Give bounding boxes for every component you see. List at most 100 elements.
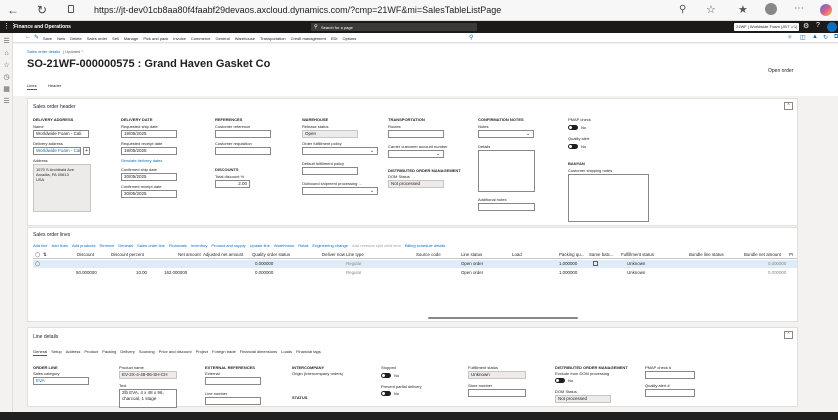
stopped-toggle[interactable] <box>381 373 391 378</box>
col-load[interactable]: Load <box>512 252 522 258</box>
search-action-icon[interactable]: ⚲ <box>469 34 473 41</box>
lines-toolbar-warehouse[interactable]: Warehouse <box>274 243 294 250</box>
col-source-code[interactable]: Source code <box>416 252 441 258</box>
row-select-icon[interactable]: ◯ <box>35 252 40 258</box>
col-bundle-net-amount[interactable]: Bundle net amount <box>744 252 781 258</box>
col-bundle-line-status[interactable]: Bundle line status <box>689 252 724 258</box>
col-net-amount[interactable]: Net amount <box>178 252 201 258</box>
lines-toolbar-add-lines[interactable]: Add lines <box>51 243 67 250</box>
lines-toolbar-add-line[interactable]: Add line <box>33 243 47 250</box>
action-edi[interactable]: EDI <box>331 36 338 41</box>
lines-toolbar-remove[interactable]: Remove <box>100 243 115 250</box>
action-credit-management[interactable]: Credit management <box>291 36 326 41</box>
collections-icon[interactable]: ★ <box>738 3 748 16</box>
action-pick-and-pack[interactable]: Pick and pack <box>143 36 168 41</box>
adjusted-net-amount-cell[interactable]: 0.000000 <box>255 270 273 276</box>
action-commerce[interactable]: Commerce <box>191 36 211 41</box>
tab-header[interactable]: Header <box>48 83 61 88</box>
lines-toolbar-deneals[interactable]: Deneals <box>118 243 133 250</box>
tab-project[interactable]: Project <box>196 349 208 356</box>
lines-toolbar-add-products[interactable]: Add products <box>72 243 96 250</box>
quality-toggle[interactable] <box>568 144 578 149</box>
line-status-cell[interactable]: Open order <box>461 261 483 267</box>
action-warehouse[interactable]: Warehouse <box>235 36 255 41</box>
action-general[interactable]: General <box>215 36 229 41</box>
conf-ship-date[interactable]: 30/05/2025 <box>121 173 177 181</box>
zoom-icon[interactable]: ⚲ <box>679 4 686 15</box>
simulate-delivery-link[interactable]: Simulate delivery dates <box>121 158 162 163</box>
tab-delivery[interactable]: Delivery <box>120 349 134 356</box>
delivery-address-select[interactable]: Worldwide Foam - Cali <box>33 147 81 155</box>
favorite-icon[interactable]: ☆ <box>706 3 716 16</box>
attach-icon[interactable]: ▲ <box>812 34 818 40</box>
notifications-icon[interactable]: ✉ <box>790 22 796 30</box>
tab-price-and-discount[interactable]: Price and discount <box>159 349 192 356</box>
bundle-net-amount-cell[interactable]: 0.000000 <box>768 270 786 276</box>
favorites-icon[interactable]: ☆ <box>2 61 11 70</box>
user-avatar[interactable] <box>827 22 837 32</box>
lines-toolbar-financials[interactable]: Financials <box>169 243 187 250</box>
action-invoice[interactable]: Invoice <box>173 36 186 41</box>
col-line-status[interactable]: Line status <box>461 252 482 258</box>
line-status-cell[interactable]: Open order <box>461 270 483 276</box>
refresh-icon[interactable]: ↻ <box>37 3 47 17</box>
name-field[interactable]: Worldwide Foam - Cali <box>33 130 89 138</box>
packing-qty-cell[interactable]: 1.000000 <box>559 270 577 276</box>
action-transportation[interactable]: Transportation <box>260 36 286 41</box>
line-type-cell[interactable]: Regular <box>346 270 361 276</box>
add-address-icon[interactable]: + <box>83 147 90 155</box>
tab-financial-tags[interactable]: Financial tags <box>296 349 321 356</box>
prevent-partial-toggle[interactable] <box>381 391 391 396</box>
action-new[interactable]: New <box>57 36 65 41</box>
collapse-icon[interactable]: ⌃ <box>784 331 793 339</box>
lines-toolbar-update-line[interactable]: Update line <box>250 243 270 250</box>
conf-receipt-date[interactable]: 30/05/2025 <box>121 190 177 198</box>
pmap-check-field[interactable] <box>645 371 695 379</box>
menu-icon[interactable]: ☰ <box>2 37 11 46</box>
col-fulfillment-status[interactable]: Fulfillment status <box>621 252 654 258</box>
action-delete[interactable]: Delete <box>70 36 82 41</box>
action-save[interactable]: Save <box>43 36 52 41</box>
exclude-dom-toggle[interactable] <box>555 378 565 383</box>
col-discount[interactable]: Discount <box>77 252 94 258</box>
row-select-icon[interactable]: ◯ <box>35 261 40 267</box>
pmap-toggle[interactable] <box>568 125 578 130</box>
table-row[interactable]: 50.000000 10.00 162.000000 0.000000 Regu… <box>33 269 797 277</box>
store-number-field[interactable] <box>468 389 526 397</box>
col-packing-qty[interactable]: Packing qu... <box>559 252 584 258</box>
req-receipt-date[interactable]: 19/05/2025 <box>121 147 177 155</box>
req-ship-date[interactable]: 19/05/2025 <box>121 130 177 138</box>
address-bar[interactable]: https://jt-dev01cb8aa80f4faabf29devaos.a… <box>94 5 501 16</box>
tab-foreign-trade[interactable]: Foreign trade <box>212 349 236 356</box>
action-sell[interactable]: Sell <box>112 36 119 41</box>
connections-icon[interactable]: ⚛ <box>787 34 792 41</box>
tab-address[interactable]: Address <box>66 349 81 356</box>
refresh-page-icon[interactable]: ↻ <box>823 34 828 41</box>
app-name[interactable]: Finance and Operations <box>14 24 71 30</box>
open-new-window-icon[interactable]: ⧉ <box>834 34 838 41</box>
quality-alert-field[interactable] <box>645 389 695 397</box>
tab-sourcing[interactable]: Sourcing <box>139 349 155 356</box>
back-arrow-icon[interactable]: ← <box>25 34 31 40</box>
modules-icon[interactable]: ☰ <box>2 97 11 106</box>
office-icon[interactable]: ◫ <box>800 34 806 41</box>
customer-reference-field[interactable] <box>215 130 271 138</box>
home-icon[interactable]: ⌂ <box>2 49 11 58</box>
tab-lines[interactable]: Lines <box>27 83 37 90</box>
tab-loads[interactable]: Loads <box>281 349 292 356</box>
more-icon[interactable]: ⋯ <box>794 3 804 14</box>
help-icon[interactable]: ? <box>816 22 820 29</box>
details-textarea[interactable] <box>478 150 535 192</box>
tab-setup[interactable]: Setup <box>51 349 61 356</box>
customer-shipping-notes-field[interactable] <box>568 174 649 222</box>
workspaces-icon[interactable]: ▦ <box>2 85 11 94</box>
lines-toolbar-sales-order-line[interactable]: Sales order line <box>137 243 165 250</box>
external-field[interactable] <box>205 377 261 385</box>
fulfillment-status-cell[interactable]: Unknown <box>627 261 645 267</box>
profile-avatar[interactable] <box>765 3 777 15</box>
col-line-type[interactable]: Line type <box>346 252 364 258</box>
col-deliver-now[interactable]: Deliver now <box>322 252 345 258</box>
customer-requisition-field[interactable] <box>215 147 271 155</box>
routes-field[interactable] <box>388 130 444 138</box>
collapse-icon[interactable]: ⌃ <box>784 102 793 110</box>
